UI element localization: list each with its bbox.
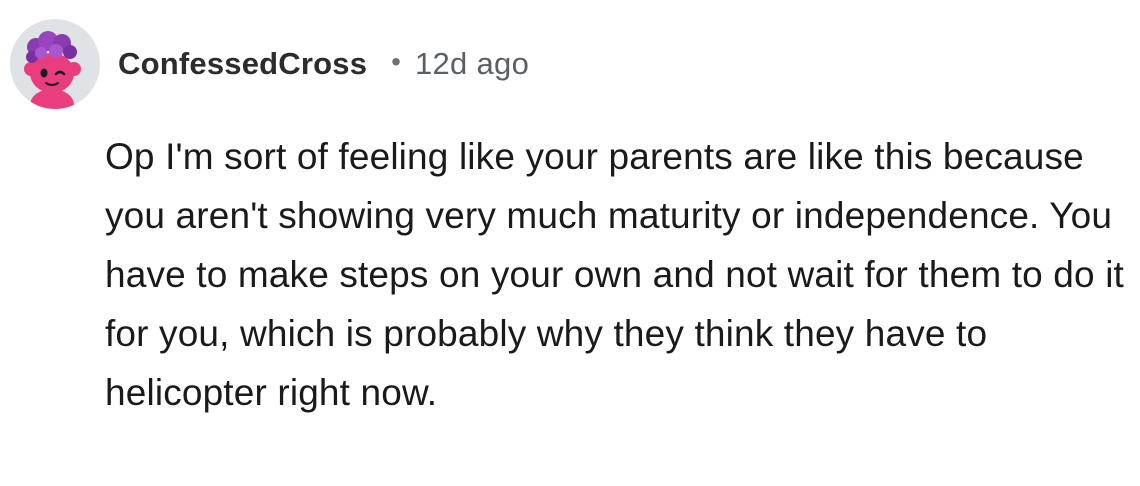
comment-timestamp[interactable]: 12d ago (415, 46, 529, 82)
snoo-avatar-icon (24, 31, 81, 109)
comment-header: ConfessedCross • 12d ago (10, 14, 529, 114)
comment-body: Op I'm sort of feeling like your parents… (105, 136, 1124, 413)
comment-author[interactable]: ConfessedCross (118, 46, 367, 82)
separator-dot: • (391, 46, 401, 77)
avatar[interactable] (10, 19, 100, 109)
comment: ConfessedCross • 12d ago Op I'm sort of … (0, 0, 1140, 486)
